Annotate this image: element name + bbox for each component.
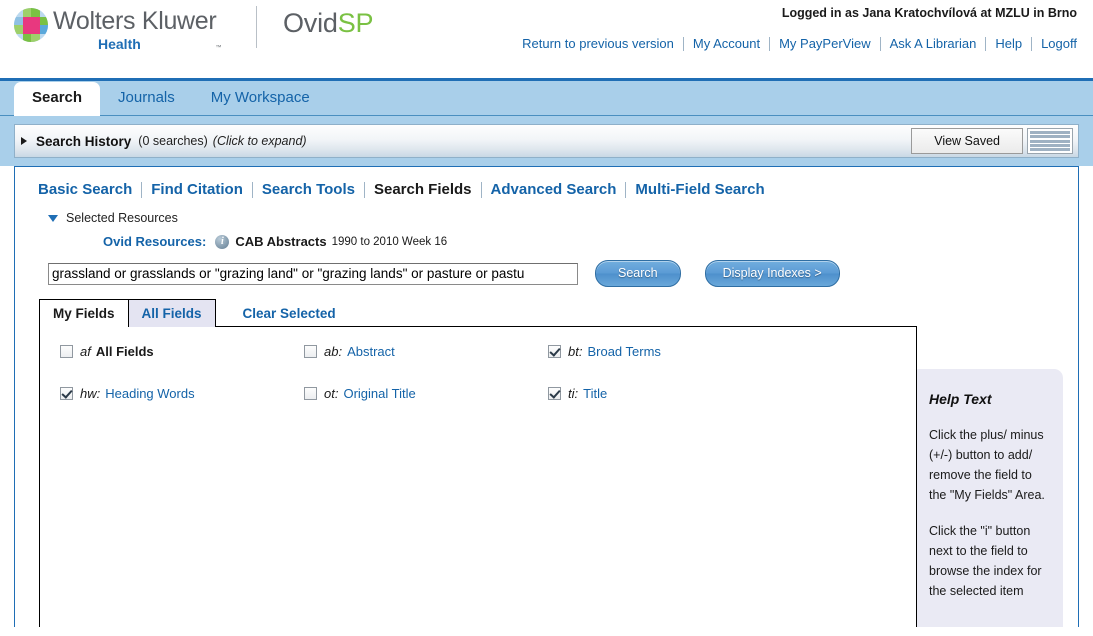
fields-section: My Fields All Fields Clear Selected af A… <box>39 299 917 627</box>
view-saved-button[interactable]: View Saved <box>911 128 1023 154</box>
field-list-box: af All Fields ab: Abstract bt: Broad Ter… <box>39 326 917 627</box>
search-content-panel: Basic Search Find Citation Search Tools … <box>14 166 1079 627</box>
clear-selected-link[interactable]: Clear Selected <box>243 306 336 321</box>
field-label-af: All Fields <box>95 344 154 359</box>
field-tab-bar: My Fields All Fields Clear Selected <box>39 299 917 328</box>
subtab-advanced-search[interactable]: Advanced Search <box>482 181 626 198</box>
brand-logo[interactable]: Wolters Kluwer Health ™ <box>14 4 221 52</box>
search-query-row: Search Display Indexes > <box>15 249 1078 287</box>
ovid-resources-row: Ovid Resources: i CAB Abstracts 1990 to … <box>103 234 1078 249</box>
database-coverage: 1990 to 2010 Week 16 <box>331 235 448 248</box>
trademark-mark: ™ <box>215 45 222 51</box>
checkbox-af[interactable] <box>60 345 73 358</box>
field-code-af: af <box>80 344 91 359</box>
field-code-hw: hw: <box>80 386 101 401</box>
search-input[interactable] <box>48 262 578 285</box>
search-history-title: Search History <box>36 133 132 149</box>
help-text-paragraph-2: Click the "i" button next to the field t… <box>929 524 1042 598</box>
header-nav-links: Return to previous version My Account My… <box>522 36 1077 51</box>
field-tab-all-fields[interactable]: All Fields <box>127 299 216 327</box>
brand-subtitle: Health <box>98 36 141 52</box>
help-text-paragraph-1: Click the plus/ minus (+/-) button to ad… <box>929 428 1045 502</box>
search-history-region: Search History (0 searches) (Click to ex… <box>0 116 1093 166</box>
tab-journals[interactable]: Journals <box>100 82 193 115</box>
product-wordmark: OvidSP <box>283 8 374 39</box>
search-history-hint: (Click to expand) <box>212 134 307 148</box>
field-label-bt[interactable]: Broad Terms <box>587 344 660 359</box>
subtab-find-citation[interactable]: Find Citation <box>142 181 252 198</box>
field-code-ot: ot: <box>324 386 339 401</box>
checkbox-ab[interactable] <box>304 345 317 358</box>
help-text-panel: Help Text Click the plus/ minus (+/-) bu… <box>911 369 1063 627</box>
field-label-ot[interactable]: Original Title <box>343 386 415 401</box>
globe-grid <box>14 8 48 42</box>
search-mode-tabs: Basic Search Find Citation Search Tools … <box>15 167 1078 198</box>
search-history-actions: View Saved <box>911 128 1073 154</box>
link-my-payperview[interactable]: My PayPerView <box>770 36 880 51</box>
field-grid: af All Fields ab: Abstract bt: Broad Ter… <box>40 344 916 401</box>
page-header: Wolters Kluwer Health ™ OvidSP Logged in… <box>0 0 1093 78</box>
wolters-kluwer-globe-icon <box>14 8 48 42</box>
logged-in-status: Logged in as Jana Kratochvílová at MZLU … <box>781 6 1077 20</box>
link-help[interactable]: Help <box>986 36 1031 51</box>
selected-resources-section: Selected Resources Ovid Resources: i CAB… <box>15 198 1078 249</box>
field-item-bt[interactable]: bt: Broad Terms <box>548 344 792 359</box>
triangle-right-icon[interactable] <box>21 137 27 145</box>
subtab-search-tools[interactable]: Search Tools <box>253 181 364 198</box>
selected-resources-header[interactable]: Selected Resources <box>48 211 1078 225</box>
subtab-multi-field-search[interactable]: Multi-Field Search <box>626 181 773 198</box>
checkbox-ot[interactable] <box>304 387 317 400</box>
subtab-basic-search[interactable]: Basic Search <box>29 181 141 198</box>
field-item-ot[interactable]: ot: Original Title <box>304 386 548 401</box>
help-text-title: Help Text <box>929 391 992 407</box>
info-icon[interactable]: i <box>215 234 230 249</box>
field-item-ti[interactable]: ti: Title <box>548 386 792 401</box>
header-divider <box>256 6 257 48</box>
link-logoff[interactable]: Logoff <box>1032 36 1077 51</box>
search-history-bar[interactable]: Search History (0 searches) (Click to ex… <box>14 124 1079 158</box>
checkbox-ti[interactable] <box>548 387 561 400</box>
tab-my-workspace[interactable]: My Workspace <box>193 82 328 115</box>
field-label-ab[interactable]: Abstract <box>347 344 395 359</box>
ovid-resources-label: Ovid Resources: <box>103 234 207 249</box>
link-return-to-previous-version[interactable]: Return to previous version <box>522 36 683 51</box>
brand-name: Wolters Kluwer <box>53 7 217 35</box>
tab-search[interactable]: Search <box>14 82 101 116</box>
field-label-hw[interactable]: Heading Words <box>105 386 194 401</box>
database-name: CAB Abstracts <box>235 234 327 249</box>
triangle-down-icon[interactable] <box>48 214 58 222</box>
link-my-account[interactable]: My Account <box>684 36 769 51</box>
field-code-ab: ab: <box>324 344 343 359</box>
product-name: Ovid <box>283 8 338 38</box>
main-tab-bar: Search Journals My Workspace <box>0 78 1093 116</box>
checkbox-bt[interactable] <box>548 345 561 358</box>
field-tab-my-fields[interactable]: My Fields <box>39 299 129 328</box>
field-item-af[interactable]: af All Fields <box>60 344 304 359</box>
field-item-hw[interactable]: hw: Heading Words <box>60 386 304 401</box>
selected-resources-label: Selected Resources <box>66 211 178 225</box>
display-indexes-button[interactable]: Display Indexes > <box>704 260 840 287</box>
search-history-count: (0 searches) <box>138 134 208 148</box>
product-suffix: SP <box>337 8 374 38</box>
link-ask-a-librarian[interactable]: Ask A Librarian <box>881 36 986 51</box>
list-stripes-icon[interactable] <box>1027 128 1073 154</box>
subtab-search-fields[interactable]: Search Fields <box>365 181 481 198</box>
checkbox-hw[interactable] <box>60 387 73 400</box>
field-code-ti: ti: <box>568 386 579 401</box>
search-button[interactable]: Search <box>595 260 681 287</box>
field-label-ti[interactable]: Title <box>583 386 607 401</box>
field-code-bt: bt: <box>568 344 583 359</box>
field-item-ab[interactable]: ab: Abstract <box>304 344 548 359</box>
brand-wordmark: Wolters Kluwer Health ™ <box>53 4 221 52</box>
